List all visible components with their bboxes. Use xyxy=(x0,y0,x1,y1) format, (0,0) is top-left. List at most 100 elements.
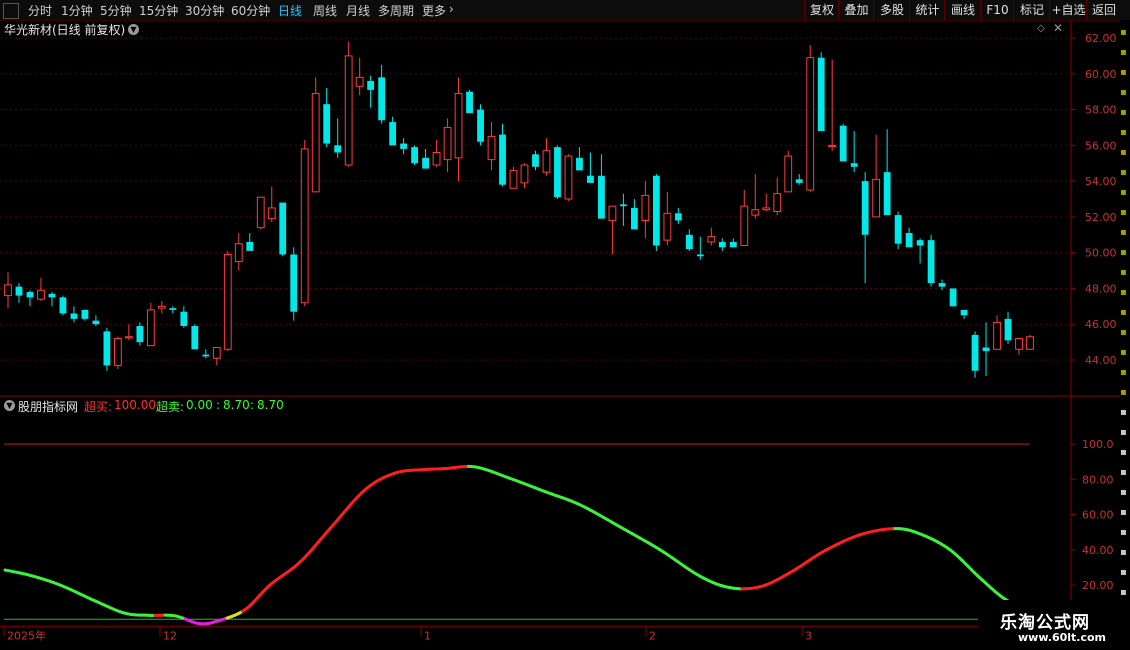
candle-body xyxy=(124,336,133,339)
candle xyxy=(300,139,309,307)
candle-body xyxy=(202,354,210,357)
period-3[interactable]: 15分钟 xyxy=(139,2,178,19)
candle-body xyxy=(146,309,155,347)
period-5[interactable]: 60分钟 xyxy=(231,2,270,19)
candle-body xyxy=(432,151,441,166)
candle xyxy=(905,227,913,248)
date-label: 2 xyxy=(649,629,656,642)
candle-body xyxy=(663,212,672,241)
candle-body xyxy=(477,109,484,142)
candle-body xyxy=(817,57,825,132)
period-1[interactable]: 1分钟 xyxy=(61,2,93,19)
toolbar-button-8[interactable]: 返回 xyxy=(1086,0,1121,20)
candle xyxy=(256,196,265,230)
candle xyxy=(411,145,419,166)
candle-body xyxy=(113,338,122,366)
candle xyxy=(729,238,737,248)
candle-body xyxy=(861,181,869,235)
candle-body xyxy=(1026,336,1034,350)
candle xyxy=(70,306,78,323)
candle-body xyxy=(839,125,847,162)
period-8[interactable]: 月线 xyxy=(346,2,370,19)
side-strip-marker: ▪ xyxy=(1120,387,1127,398)
candle-body xyxy=(773,193,782,213)
candle-body xyxy=(59,297,67,314)
candle xyxy=(344,41,353,167)
candle-body xyxy=(400,143,408,149)
candle xyxy=(389,116,397,146)
candle-body xyxy=(487,135,496,161)
candle-body xyxy=(883,172,891,216)
candle xyxy=(960,309,968,319)
candle xyxy=(212,346,221,366)
side-strip-marker: ▪ xyxy=(1120,127,1127,138)
watermark-url: www.60lt.com xyxy=(1018,631,1107,644)
candle xyxy=(169,306,177,314)
candle-body xyxy=(685,234,693,250)
toolbar-button-7[interactable]: +自选 xyxy=(1049,0,1087,20)
candle xyxy=(674,207,682,225)
candle-body xyxy=(334,145,342,153)
candle-body xyxy=(554,147,561,198)
period-6[interactable]: 日线 xyxy=(278,2,302,19)
side-strip-marker: ▪ xyxy=(1120,207,1127,218)
candlestick-chart[interactable]: 62.00 60.00 58.00 56.00 54.00 52.00 50.00 48.00… xyxy=(0,20,1120,398)
candle xyxy=(718,238,726,251)
toolbar-button-5[interactable]: F10 xyxy=(980,0,1014,20)
side-strip-marker: ▪ xyxy=(1120,407,1127,418)
side-strip-marker: ▪ xyxy=(1120,587,1127,598)
period-4[interactable]: 30分钟 xyxy=(185,2,224,19)
candle xyxy=(916,238,924,264)
period-7[interactable]: 周线 xyxy=(313,2,337,19)
toolbar-button-4[interactable]: 画线 xyxy=(944,0,981,20)
candle xyxy=(234,232,243,271)
candle-body xyxy=(532,154,539,167)
candle xyxy=(795,173,803,185)
candle-body xyxy=(630,207,638,230)
candle xyxy=(26,290,34,307)
period-10[interactable]: 更多 xyxy=(422,2,446,19)
candle xyxy=(157,300,166,314)
toolbar-button-6[interactable]: 标记 xyxy=(1013,0,1050,20)
period-0[interactable]: 分时 xyxy=(28,2,52,19)
candle-body xyxy=(806,57,815,191)
candle-body xyxy=(157,305,166,309)
candle-body xyxy=(267,207,276,220)
side-panel-strip[interactable]: ▪▪▪▪▪▪▪▪▪▪▪▪▪▪▪▪▪▪▪▪▪▪▪▪▪▪▪▪▪▪ xyxy=(1120,20,1130,650)
indicator-chart[interactable]: 100.080.0060.0040.0020.002025年 12 1 2 3 xyxy=(0,398,1120,650)
toolbar-button-3[interactable]: 统计 xyxy=(909,0,945,20)
candle-body xyxy=(4,284,12,297)
toolbar-button-2[interactable]: 多股 xyxy=(873,0,910,20)
candle xyxy=(311,77,320,193)
candle-body xyxy=(993,321,1001,350)
candle xyxy=(15,283,23,303)
candle xyxy=(92,315,100,327)
candle-body xyxy=(938,283,946,287)
toolbar-button-1[interactable]: 叠加 xyxy=(838,0,874,20)
candle-body xyxy=(81,309,89,319)
candle xyxy=(817,52,825,132)
more-chevron-icon[interactable]: › xyxy=(449,2,454,16)
candle-body xyxy=(707,236,716,243)
side-strip-marker: ▪ xyxy=(1120,87,1127,98)
period-2[interactable]: 5分钟 xyxy=(100,2,132,19)
candle-body xyxy=(751,209,760,216)
candle-body xyxy=(323,104,331,144)
candle xyxy=(542,138,551,176)
toolbar-button-0[interactable]: 复权 xyxy=(804,0,839,20)
candle-body xyxy=(212,346,221,359)
candle xyxy=(191,324,199,350)
candle xyxy=(993,315,1001,350)
candle-body xyxy=(652,175,660,246)
candle-body xyxy=(641,194,650,221)
candle-body xyxy=(136,326,144,343)
candle xyxy=(619,193,627,226)
candle xyxy=(520,163,529,189)
candle-body xyxy=(466,91,473,114)
candle xyxy=(554,145,561,199)
period-9[interactable]: 多周期 xyxy=(378,2,414,19)
side-strip-marker: ▪ xyxy=(1120,67,1127,78)
toolbar-grip-icon[interactable] xyxy=(3,3,19,19)
candle-body xyxy=(564,155,573,200)
candle xyxy=(180,306,188,328)
